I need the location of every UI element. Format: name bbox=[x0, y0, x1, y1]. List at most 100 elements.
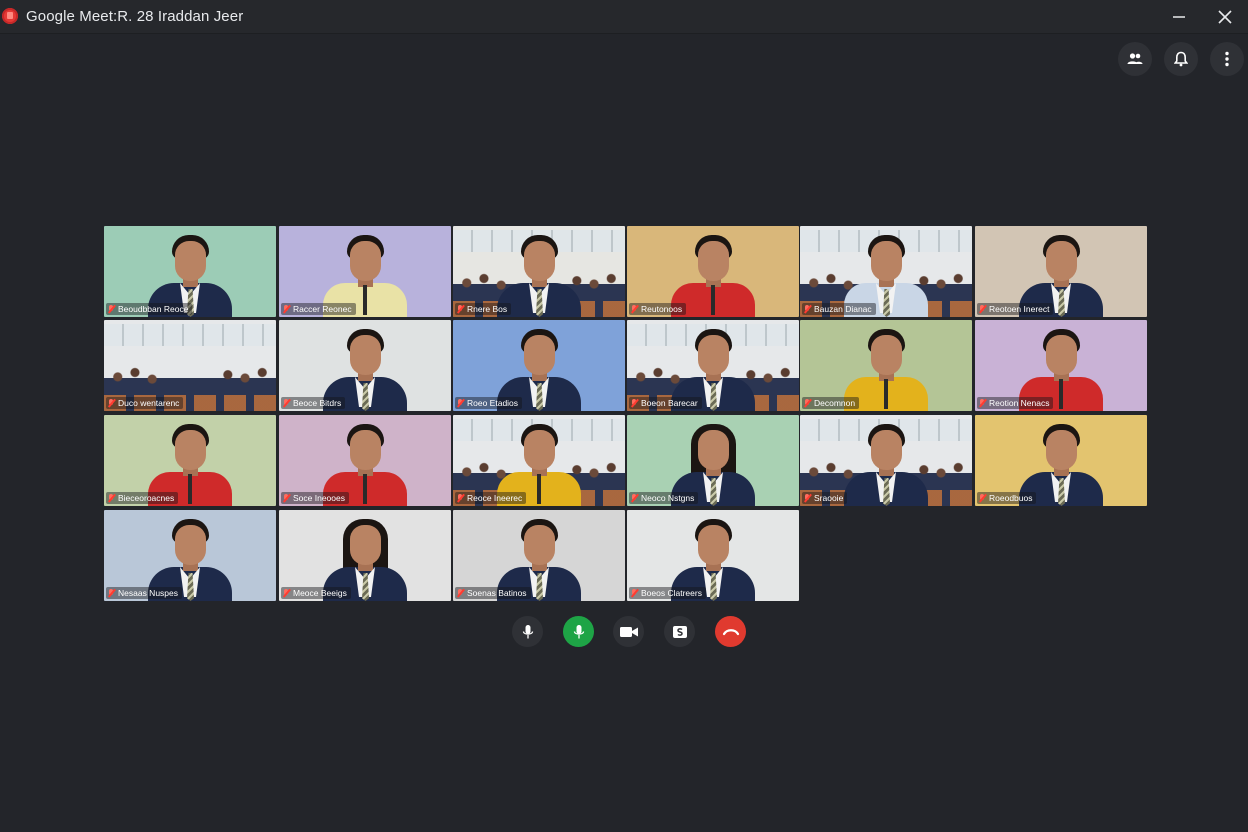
mic-off-icon bbox=[631, 494, 638, 502]
participant-tile[interactable]: Raccer Reonec bbox=[279, 226, 451, 317]
participant-tile[interactable]: Roeodbuos bbox=[975, 415, 1147, 506]
mic-off-icon bbox=[979, 399, 986, 407]
mic-off-icon bbox=[631, 399, 638, 407]
participant-name-tag: Neoco Nstgns bbox=[629, 492, 699, 504]
participant-tile[interactable]: Duco wentarenc bbox=[104, 320, 276, 411]
window-title: Google Meet:R. 28 Iraddan Jeer bbox=[26, 8, 244, 25]
participant-name: Boeon Barecar bbox=[641, 398, 698, 408]
participant-name-tag: Reutonoos bbox=[629, 303, 687, 315]
participant-name: Duco wentarenc bbox=[118, 398, 180, 408]
participant-tile[interactable]: Decomnon bbox=[800, 320, 972, 411]
participant-name-tag: Duco wentarenc bbox=[106, 397, 184, 409]
participant-tile[interactable]: Reutonoos bbox=[627, 226, 799, 317]
camera-button[interactable] bbox=[613, 616, 644, 647]
notifications-button[interactable] bbox=[1164, 42, 1198, 76]
participant-name-tag: Nesaas Nuspes bbox=[106, 587, 183, 599]
participant-name: Neoco Nstgns bbox=[641, 493, 695, 503]
participant-tile[interactable]: Bieceoroacnes bbox=[104, 415, 276, 506]
mic-icon bbox=[522, 624, 533, 638]
participant-tile[interactable]: Sraooie bbox=[800, 415, 972, 506]
participant-name-tag: Roeo Etadios bbox=[455, 397, 523, 409]
participant-name: Raccer Reonec bbox=[293, 304, 352, 314]
participant-tile[interactable]: Boeos Clatreers bbox=[627, 510, 799, 601]
participant-name: Roeo Etadios bbox=[467, 398, 519, 408]
mic-off-icon bbox=[631, 305, 638, 313]
participant-name: Reoce Ineerec bbox=[467, 493, 523, 503]
participant-name-tag: Decomnon bbox=[802, 397, 860, 409]
participant-name-tag: Raccer Reonec bbox=[281, 303, 356, 315]
google-meet-logo-icon bbox=[2, 8, 18, 24]
mic-off-icon bbox=[631, 589, 638, 597]
mic-off-icon bbox=[283, 589, 290, 597]
participant-tile[interactable]: Boeon Barecar bbox=[627, 320, 799, 411]
present-button[interactable] bbox=[664, 616, 695, 647]
present-icon bbox=[672, 625, 687, 638]
participant-name: Bauzan Dianac bbox=[814, 304, 872, 314]
minimize-button[interactable] bbox=[1162, 4, 1196, 30]
people-icon bbox=[1127, 53, 1143, 64]
mic-off-icon bbox=[457, 589, 464, 597]
participant-name: Beoce Bitdrs bbox=[293, 398, 342, 408]
mic-off-icon bbox=[457, 494, 464, 502]
participant-tile[interactable]: Neoco Nstgns bbox=[627, 415, 799, 506]
mic-off-icon bbox=[108, 399, 115, 407]
mic-off-icon bbox=[979, 494, 986, 502]
end-call-button[interactable] bbox=[715, 616, 746, 647]
participant-name: Rnere Bos bbox=[467, 304, 508, 314]
participant-name: Beoudbban Reoce bbox=[118, 304, 189, 314]
participant-tile[interactable]: Reoce Ineerec bbox=[453, 415, 625, 506]
participant-tile[interactable]: Soenas Batinos bbox=[453, 510, 625, 601]
microphone-active-button[interactable] bbox=[563, 616, 594, 647]
close-button[interactable] bbox=[1208, 4, 1242, 30]
participant-tile[interactable]: Nesaas Nuspes bbox=[104, 510, 276, 601]
participant-name-tag: Bauzan Dianac bbox=[802, 303, 876, 315]
participant-tile[interactable]: Roeo Etadios bbox=[453, 320, 625, 411]
mic-off-icon bbox=[457, 399, 464, 407]
participant-name: Roeodbuos bbox=[989, 493, 1033, 503]
participant-video bbox=[838, 420, 934, 506]
participant-name: Meoce Beeigs bbox=[293, 588, 347, 598]
participant-name: Soce Ineooes bbox=[293, 493, 345, 503]
participant-tile[interactable]: Soce Ineooes bbox=[279, 415, 451, 506]
participant-tile[interactable]: Beoudbban Reoce bbox=[104, 226, 276, 317]
participant-name: Nesaas Nuspes bbox=[118, 588, 179, 598]
participant-tile[interactable]: Meoce Beeigs bbox=[279, 510, 451, 601]
participant-name: Reutonoos bbox=[641, 304, 683, 314]
microphone-button[interactable] bbox=[512, 616, 543, 647]
mic-off-icon bbox=[804, 494, 811, 502]
participant-name-tag: Soenas Batinos bbox=[455, 587, 531, 599]
participant-grid: Beoudbban Reoce Raccer Reonec Rnere Bos Reu… bbox=[104, 226, 1147, 604]
participant-tile[interactable]: Beoce Bitdrs bbox=[279, 320, 451, 411]
participant-tile[interactable]: Rnere Bos bbox=[453, 226, 625, 317]
participant-tile[interactable]: Reotoen Inerect bbox=[975, 226, 1147, 317]
participant-name-tag: Soce Ineooes bbox=[281, 492, 349, 504]
close-icon bbox=[1218, 10, 1232, 24]
end-call-icon bbox=[722, 628, 739, 635]
mic-off-icon bbox=[108, 589, 115, 597]
participant-name-tag: Sraooie bbox=[802, 492, 848, 504]
participant-tile[interactable]: Bauzan Dianac bbox=[800, 226, 972, 317]
mic-active-icon bbox=[573, 624, 584, 638]
participant-name: Sraooie bbox=[814, 493, 844, 503]
mic-off-icon bbox=[283, 399, 290, 407]
people-button[interactable] bbox=[1118, 42, 1152, 76]
mic-off-icon bbox=[804, 305, 811, 313]
participant-tile[interactable]: Reotion Nenacs bbox=[975, 320, 1147, 411]
mic-off-icon bbox=[979, 305, 986, 313]
title-bar: Google Meet:R. 28 Iraddan Jeer bbox=[0, 0, 1248, 34]
mic-off-icon bbox=[108, 494, 115, 502]
participant-name-tag: Beoudbban Reoce bbox=[106, 303, 193, 315]
mic-off-icon bbox=[283, 305, 290, 313]
participant-name-tag: Reoce Ineerec bbox=[455, 492, 527, 504]
more-options-button[interactable] bbox=[1210, 42, 1244, 76]
participant-name: Soenas Batinos bbox=[467, 588, 527, 598]
participant-name-tag: Meoce Beeigs bbox=[281, 587, 351, 599]
participant-name-tag: Roeodbuos bbox=[977, 492, 1037, 504]
participant-name-tag: Rnere Bos bbox=[455, 303, 512, 315]
mic-off-icon bbox=[804, 399, 811, 407]
participant-name-tag: Reotoen Inerect bbox=[977, 303, 1054, 315]
mic-off-icon bbox=[283, 494, 290, 502]
participant-name-tag: Beoce Bitdrs bbox=[281, 397, 346, 409]
mic-off-icon bbox=[457, 305, 464, 313]
participant-name-tag: Reotion Nenacs bbox=[977, 397, 1054, 409]
